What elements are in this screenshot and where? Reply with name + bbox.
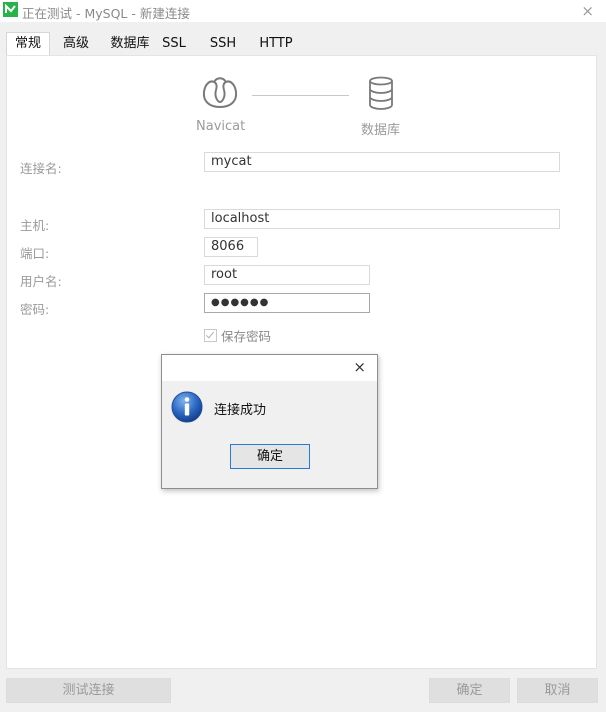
tab-database[interactable]: 数据库 <box>105 33 155 55</box>
save-password-label: 保存密码 <box>221 329 272 344</box>
title-bar: 正在测试 - MySQL - 新建连接 × <box>0 0 606 22</box>
port-label: 端口: <box>20 246 50 261</box>
tab-ssh[interactable]: SSH <box>204 33 242 55</box>
connection-graphic: Navicat 数据库 <box>7 56 598 146</box>
host-input[interactable]: localhost <box>204 209 560 229</box>
ok-button[interactable]: 确定 <box>429 678 510 703</box>
connection-name-input[interactable]: mycat <box>204 152 560 172</box>
connection-name-label: 连接名: <box>20 161 62 176</box>
username-label: 用户名: <box>20 274 62 289</box>
tab-ssl[interactable]: SSL <box>156 33 192 55</box>
navicat-label: Navicat <box>196 119 246 134</box>
dialog-title-bar: × <box>162 355 377 381</box>
username-input[interactable]: root <box>204 265 370 285</box>
dialog-message: 连接成功 <box>214 403 267 418</box>
window-close-button[interactable]: × <box>581 2 594 20</box>
navicat-app-icon <box>3 2 18 17</box>
dialog-ok-button[interactable]: 确定 <box>230 444 310 469</box>
password-input[interactable]: ●●●●●● <box>204 293 370 313</box>
database-icon <box>369 76 393 110</box>
save-password-checkbox[interactable] <box>204 329 217 342</box>
info-icon <box>171 391 203 423</box>
navicat-logo-icon <box>202 77 238 108</box>
cancel-button[interactable]: 取消 <box>517 678 598 703</box>
dialog-close-button[interactable]: × <box>353 358 366 376</box>
connection-success-dialog: × 连接成功 确定 <box>161 354 378 489</box>
new-connection-window: 正在测试 - MySQL - 新建连接 × 常规 高级 数据库 SSL SSH … <box>0 0 606 712</box>
database-label: 数据库 <box>361 123 401 138</box>
connector-line <box>252 95 349 96</box>
save-password-row[interactable]: 保存密码 <box>204 326 271 345</box>
tab-http[interactable]: HTTP <box>253 33 299 55</box>
window-title: 正在测试 - MySQL - 新建连接 <box>22 6 190 21</box>
host-label: 主机: <box>20 218 50 233</box>
password-label: 密码: <box>20 302 50 317</box>
port-input[interactable]: 8066 <box>204 237 258 257</box>
test-connection-button[interactable]: 测试连接 <box>6 678 171 703</box>
dialog-body: 连接成功 确定 <box>162 381 377 488</box>
tab-advanced[interactable]: 高级 <box>54 33 98 55</box>
tab-general[interactable]: 常规 <box>6 32 50 56</box>
